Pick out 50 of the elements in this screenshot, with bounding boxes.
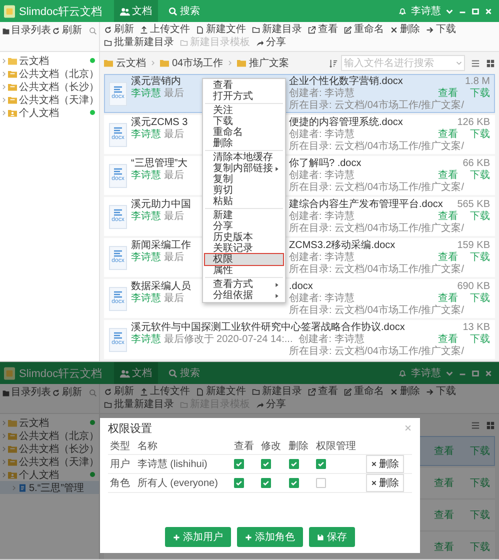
creator-text: 创建者: 李诗慧 (289, 252, 355, 264)
author-name: 李诗慧 (131, 210, 161, 222)
folder-path: 所在目录: 云文档/04市场工作/推广文案/ (289, 304, 464, 316)
author-name: 李诗慧 (131, 334, 161, 344)
modified-time: 最后 (164, 210, 184, 222)
file-size: 66 KB (462, 158, 490, 170)
modified-time: 最后修改于 2020-07-24 14:... (164, 334, 293, 344)
author-name: 李诗慧 (131, 252, 161, 262)
app-name: Slimdoc轩云文档 (19, 366, 102, 380)
directory-list-title: 目录列表 (11, 387, 51, 399)
column-header: 类型 (108, 438, 136, 454)
app-name: Slimdoc轩云文档 (19, 4, 102, 18)
folder-path: 所在目录: 云文档/04市场工作/推广文案/ (289, 182, 464, 194)
folder-path: 所在目录: 云文档/04市场工作/推广文案/ (289, 264, 464, 276)
table-cell: 所有人 (everyone) (135, 474, 232, 492)
creator-text: 创建者: 李诗慧 (289, 88, 355, 100)
column-header: 名称 (135, 438, 232, 454)
file-size: 1.8 M (464, 76, 490, 88)
table-cell: 用户 (108, 454, 136, 474)
creator-text: 创建者: 李诗慧 (289, 128, 355, 140)
author-name: 李诗慧 (131, 170, 161, 180)
file-size: 126 KB (457, 116, 490, 128)
folder-path: 所在目录: 云文档/04市场工作/推广文案/ (289, 222, 464, 234)
modified-time: 最后 (164, 88, 184, 98)
modified-time: 最后 (164, 170, 184, 180)
creator-text: 创建者: 李诗慧 (298, 334, 364, 346)
modified-time: 最后 (164, 252, 184, 262)
file-size: 13 KB (462, 322, 490, 334)
modified-time: 最后 (164, 128, 184, 140)
file-size: 690 KB (457, 280, 490, 292)
table-cell: 角色 (108, 474, 136, 492)
table-cell: 李诗慧 (lishihui) (135, 454, 232, 474)
folder-path: 所在目录: 云文档/04市场工作/推广文案/ (289, 100, 464, 112)
file-size: 159 KB (457, 240, 490, 252)
folder-path: 所在目录: 云文档/04市场工作/推广文案/ (289, 140, 464, 152)
directory-list-title: 目录列表 (11, 25, 51, 37)
column-header: 修改 (259, 438, 287, 454)
modified-time: 最后 (164, 292, 184, 304)
creator-text: 创建者: 李诗慧 (289, 292, 355, 304)
author-name: 李诗慧 (131, 88, 161, 98)
author-name: 李诗慧 (131, 128, 161, 140)
author-name: 李诗慧 (131, 292, 161, 304)
column-header: 删除 (286, 438, 314, 454)
folder-path: 所在目录: 云文档/04市场工作/推广文案/ (289, 346, 464, 358)
creator-text: 创建者: 李诗慧 (289, 210, 355, 222)
creator-text: 创建者: 李诗慧 (289, 170, 355, 182)
column-header: 查看 (232, 438, 260, 454)
file-size: 565 KB (457, 198, 490, 210)
dialog-title: 权限设置 (108, 422, 152, 436)
column-header: 权限管理 (314, 438, 364, 454)
